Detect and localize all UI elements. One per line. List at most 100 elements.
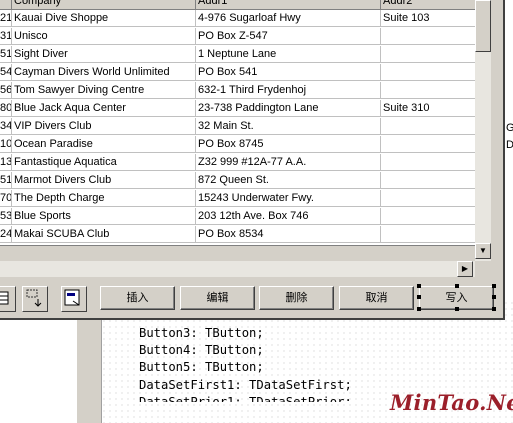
table-cell-addr2[interactable] <box>381 46 478 63</box>
table-row[interactable]: 13 Fantastique Aquatica Z32 999 #12A-77 A.… <box>0 154 488 172</box>
table-row[interactable]: 56 Tom Sawyer Diving Centre 632-1 Third Fr… <box>0 82 488 100</box>
table-cell-addr2[interactable] <box>381 64 478 81</box>
table-cell-company[interactable]: Ocean Paradise <box>12 136 196 153</box>
table-cell-no[interactable]: 80 <box>0 100 12 117</box>
table-row[interactable]: 80 Blue Jack Aqua Center 23-738 Paddington… <box>0 100 488 118</box>
vertical-scrollbar[interactable]: ▼ <box>475 0 491 261</box>
table-cell-no[interactable]: 10 <box>0 136 12 153</box>
dataset-nav-button[interactable] <box>0 286 16 312</box>
table-row[interactable]: 54 Cayman Divers World Unlimited PO Box 54… <box>0 64 488 82</box>
table-cell-addr2[interactable] <box>381 172 478 189</box>
column-header-addr2[interactable]: Addr2 <box>381 0 478 10</box>
table-cell-no[interactable]: 13 <box>0 154 12 171</box>
table-cell-no[interactable]: 54 <box>0 64 12 81</box>
selection-handle[interactable] <box>417 307 421 311</box>
grid-icon <box>0 291 9 305</box>
table-cell-no[interactable]: 51 <box>0 172 12 189</box>
table-cell-addr1[interactable]: 203 12th Ave. Box 746 <box>196 208 381 225</box>
delete-button[interactable]: 删除 <box>259 286 334 310</box>
column-header-addr1[interactable]: Addr1 <box>196 0 381 10</box>
cancel-button[interactable]: 取消 <box>339 286 414 310</box>
horizontal-scrollbar[interactable]: ▶ <box>0 261 475 277</box>
table-cell-addr1[interactable]: 1 Neptune Lane <box>196 46 381 63</box>
table-cell-addr2[interactable] <box>381 136 478 153</box>
table-row[interactable]: 34 VIP Divers Club 32 Main St. <box>0 118 488 136</box>
table-cell-company[interactable]: VIP Divers Club <box>12 118 196 135</box>
table-cell-addr1[interactable]: 15243 Underwater Fwy. <box>196 190 381 207</box>
table-cell-company[interactable]: Kauai Dive Shoppe <box>12 10 196 27</box>
table-row[interactable]: 31 Unisco PO Box Z-547 <box>0 28 488 46</box>
table-cell-addr1[interactable]: PO Box 8534 <box>196 226 381 243</box>
table-cell-no[interactable]: 24 <box>0 226 12 243</box>
table-cell-company[interactable]: Makai SCUBA Club <box>12 226 196 243</box>
table-cell-company[interactable]: Unisco <box>12 28 196 45</box>
scroll-right-button[interactable]: ▶ <box>457 261 473 277</box>
code-line-partial: DataSetPrior1: TDataSetPrior; <box>139 394 352 402</box>
table-cell-company[interactable]: Marmot Divers Club <box>12 172 196 189</box>
scroll-down-button[interactable]: ▼ <box>475 243 491 259</box>
table-cell-addr2[interactable] <box>381 208 478 225</box>
table-cell-addr1[interactable]: 872 Queen St. <box>196 172 381 189</box>
code-text[interactable]: Button3: TButton; Button4: TButton; Button… <box>139 325 352 402</box>
table-cell-no[interactable]: 56 <box>0 82 12 99</box>
table-cell-addr1[interactable]: PO Box Z-547 <box>196 28 381 45</box>
table-cell-addr1[interactable]: PO Box 541 <box>196 64 381 81</box>
table-row[interactable]: 10 Ocean Paradise PO Box 8745 <box>0 136 488 154</box>
table-cell-addr1[interactable]: Z32 999 #12A-77 A.A. <box>196 154 381 171</box>
table-row[interactable]: 24 Makai SCUBA Club PO Box 8534 <box>0 226 488 244</box>
table-row[interactable]: 21 Kauai Dive Shoppe 4-976 Sugarloaf Hwy Su… <box>0 10 488 28</box>
table-row[interactable]: 53 Blue Sports 203 12th Ave. Box 746 <box>0 208 488 226</box>
table-cell-company[interactable]: Sight Diver <box>12 46 196 63</box>
table-cell-addr1[interactable]: PO Box 8745 <box>196 136 381 153</box>
edit-button[interactable]: 编辑 <box>180 286 255 310</box>
form-window: Company Addr1 Addr2 21 Kauai Dive Shoppe 4… <box>0 0 505 320</box>
button-toolbar: 插入 编辑 删除 取消 写入 <box>0 279 500 313</box>
code-line: DataSetFirst1: TDataSetFirst; <box>139 377 352 392</box>
table-cell-company[interactable]: Tom Sawyer Diving Centre <box>12 82 196 99</box>
table-cell-company[interactable]: Fantastique Aquatica <box>12 154 196 171</box>
selection-handle[interactable] <box>455 284 459 288</box>
scroll-thumb[interactable] <box>475 0 491 52</box>
table-cell-addr2[interactable]: Suite 103 <box>381 10 478 27</box>
table-cell-addr1[interactable]: 632-1 Third Frydenhoj <box>196 82 381 99</box>
selection-handle[interactable] <box>455 307 459 311</box>
watermark-logo: MinTao.Net <box>390 390 513 415</box>
table-cell-company[interactable]: Blue Jack Aqua Center <box>12 100 196 117</box>
table-cell-addr2[interactable]: Suite 310 <box>381 100 478 117</box>
table-cell-addr2[interactable] <box>381 190 478 207</box>
table-cell-addr1[interactable]: 23-738 Paddington Lane <box>196 100 381 117</box>
db-grid[interactable]: Company Addr1 Addr2 21 Kauai Dive Shoppe 4… <box>0 0 489 246</box>
table-cell-no[interactable]: 34 <box>0 118 12 135</box>
code-line: Button3: TButton; <box>139 326 264 340</box>
table-cell-addr2[interactable] <box>381 154 478 171</box>
table-cell-addr1[interactable]: 4-976 Sugarloaf Hwy <box>196 10 381 27</box>
selection-handle[interactable] <box>417 295 421 299</box>
table-cell-addr2[interactable] <box>381 82 478 99</box>
selection-handle[interactable] <box>492 307 496 311</box>
table-cell-company[interactable]: The Depth Charge <box>12 190 196 207</box>
table-cell-no[interactable]: 21 <box>0 10 12 27</box>
selection-handle[interactable] <box>417 284 421 288</box>
table-cell-no[interactable]: 70 <box>0 190 12 207</box>
header-indicator <box>0 0 12 10</box>
code-line: Button5: TButton; <box>139 360 264 375</box>
table-row[interactable]: 70 The Depth Charge 15243 Underwater Fwy. <box>0 190 488 208</box>
table-cell-addr1[interactable]: 32 Main St. <box>196 118 381 135</box>
table-cell-addr2[interactable] <box>381 226 478 243</box>
table-cell-no[interactable]: 53 <box>0 208 12 225</box>
table-cell-no[interactable]: 31 <box>0 28 12 45</box>
record-edit-icon <box>64 289 80 306</box>
table-cell-company[interactable]: Blue Sports <box>12 208 196 225</box>
table-cell-company[interactable]: Cayman Divers World Unlimited <box>12 64 196 81</box>
selection-handle[interactable] <box>492 284 496 288</box>
table-row[interactable]: 51 Marmot Divers Club 872 Queen St. <box>0 172 488 190</box>
table-row[interactable]: 51 Sight Diver 1 Neptune Lane <box>0 46 488 64</box>
column-header-company[interactable]: Company <box>12 0 196 10</box>
dataset-next-button[interactable] <box>22 286 48 312</box>
dataset-edit-button[interactable] <box>61 286 87 312</box>
table-cell-addr2[interactable] <box>381 28 478 45</box>
table-cell-addr2[interactable] <box>381 118 478 135</box>
selection-handle[interactable] <box>492 295 496 299</box>
table-cell-no[interactable]: 51 <box>0 46 12 63</box>
insert-button[interactable]: 插入 <box>100 286 175 310</box>
